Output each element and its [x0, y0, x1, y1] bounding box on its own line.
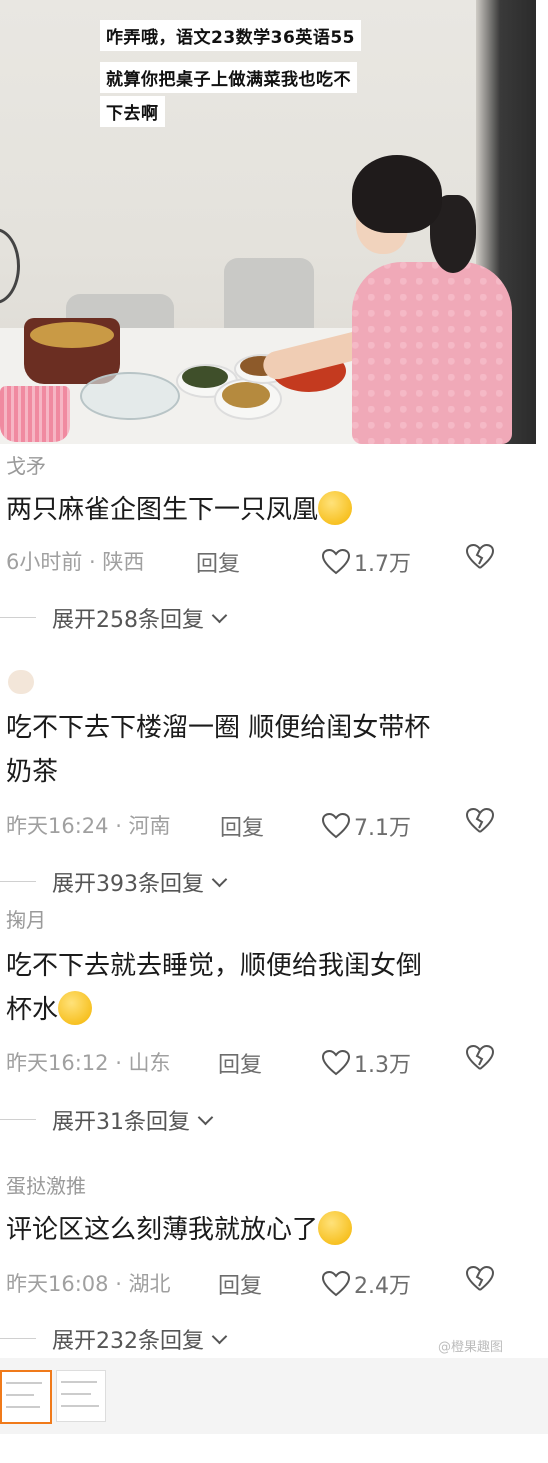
comment-text: 吃不下去下楼溜一圈 顺便给闺女带杯 奶茶: [6, 706, 506, 794]
comment-text-line: 奶茶: [6, 757, 59, 787]
expand-replies-button[interactable]: 展开258条回复: [52, 602, 228, 634]
heart-icon: [322, 1050, 350, 1076]
dislike-button[interactable]: [465, 1044, 495, 1077]
yum-face-emoji: [58, 990, 93, 1025]
stew-food: [30, 322, 114, 348]
reply-button[interactable]: 回复: [218, 1047, 262, 1079]
meat-dish: [222, 382, 270, 408]
expand-replies-button[interactable]: 展开393条回复: [52, 866, 228, 898]
expand-replies-button[interactable]: 展开232条回复: [52, 1323, 228, 1355]
comment-text: 两只麻雀企图生下一只凤凰: [6, 488, 506, 532]
expand-replies-label: 展开393条回复: [52, 872, 204, 897]
comment-author[interactable]: 戈矛: [6, 450, 46, 479]
pink-basket: [0, 386, 70, 442]
thumbnail-line: [6, 1382, 42, 1384]
thumbnail-active[interactable]: [0, 1370, 52, 1424]
comment-time-location: 昨天16:08 · 湖北: [6, 1272, 171, 1296]
expand-replies-label: 展开232条回复: [52, 1329, 204, 1354]
caption-line-3: 下去啊: [100, 96, 165, 127]
dislike-button[interactable]: [465, 1265, 495, 1298]
comment-text-line: 吃不下去下楼溜一圈 顺便给闺女带杯: [6, 713, 431, 743]
pot-lid: [80, 372, 180, 420]
girl-hair: [352, 155, 442, 233]
girl-dress: [352, 262, 512, 444]
chevron-down-icon: [197, 1109, 214, 1125]
divider: [0, 1119, 36, 1120]
divider: [0, 617, 36, 618]
broken-heart-icon: [465, 543, 495, 569]
thumbnail-strip: [0, 1358, 548, 1434]
like-count: 7.1万: [354, 816, 411, 841]
like-button[interactable]: 1.3万: [322, 1047, 411, 1079]
comment-author[interactable]: 掬月: [6, 904, 46, 933]
ok-hand-emoji: [318, 490, 353, 525]
comment-text-line: 评论区这么刻薄我就放心了: [6, 1215, 319, 1245]
comment-text: 评论区这么刻薄我就放心了: [6, 1208, 506, 1252]
heart-icon: [322, 1271, 350, 1297]
thumbnail-line: [6, 1406, 40, 1408]
fan: [0, 228, 20, 304]
reply-button[interactable]: 回复: [218, 1268, 262, 1300]
divider: [0, 881, 36, 882]
like-button[interactable]: 2.4万: [322, 1268, 411, 1300]
thumbnail-line: [61, 1405, 99, 1407]
expand-replies-button[interactable]: 展开31条回复: [52, 1104, 214, 1136]
comment-time-location: 6小时前 · 陕西: [6, 550, 145, 574]
dislike-button[interactable]: [465, 807, 495, 840]
watermark: @橙果趣图: [438, 1340, 504, 1355]
chevron-down-icon: [211, 1328, 228, 1344]
expand-replies-label: 展开258条回复: [52, 608, 204, 633]
like-button[interactable]: 1.7万: [322, 546, 411, 578]
like-count: 1.7万: [354, 552, 411, 577]
avatar-placeholder[interactable]: [8, 670, 34, 694]
thumbnail-line: [6, 1394, 34, 1396]
post-photo[interactable]: 咋弄哦，语文23数学36英语55 就算你把桌子上做满菜我也吃不 下去啊: [0, 0, 536, 444]
thumbnail-line: [61, 1393, 91, 1395]
reply-button[interactable]: 回复: [220, 810, 264, 842]
chair: [224, 258, 314, 332]
like-button[interactable]: 7.1万: [322, 810, 411, 842]
like-count: 2.4万: [354, 1274, 411, 1299]
like-count: 1.3万: [354, 1053, 411, 1078]
thumbnail[interactable]: [56, 1370, 106, 1422]
chevron-down-icon: [211, 607, 228, 623]
expand-replies-label: 展开31条回复: [52, 1110, 190, 1135]
laughing-crying-emoji: [318, 1210, 353, 1245]
chevron-down-icon: [211, 871, 228, 887]
broken-heart-icon: [465, 807, 495, 833]
thumbnail-line: [61, 1381, 97, 1383]
broken-heart-icon: [465, 1265, 495, 1291]
comment-author[interactable]: 蛋挞激推: [6, 1170, 86, 1199]
caption-line-1: 咋弄哦，语文23数学36英语55: [100, 20, 361, 51]
reply-button[interactable]: 回复: [196, 546, 240, 578]
heart-icon: [322, 813, 350, 839]
comment-time-location: 昨天16:24 · 河南: [6, 814, 171, 838]
comment-text-line: 杯水: [6, 995, 59, 1025]
heart-icon: [322, 549, 350, 575]
broken-heart-icon: [465, 1044, 495, 1070]
comment-time-location: 昨天16:12 · 山东: [6, 1051, 171, 1075]
comment-text-line: 两只麻雀企图生下一只凤凰: [6, 495, 319, 525]
dislike-button[interactable]: [465, 543, 495, 576]
comment-text: 吃不下去就去睡觉，顺便给我闺女倒 杯水: [6, 944, 506, 1032]
comment-text-line: 吃不下去就去睡觉，顺便给我闺女倒: [6, 951, 423, 981]
divider: [0, 1338, 36, 1339]
caption-line-2: 就算你把桌子上做满菜我也吃不: [100, 62, 357, 93]
